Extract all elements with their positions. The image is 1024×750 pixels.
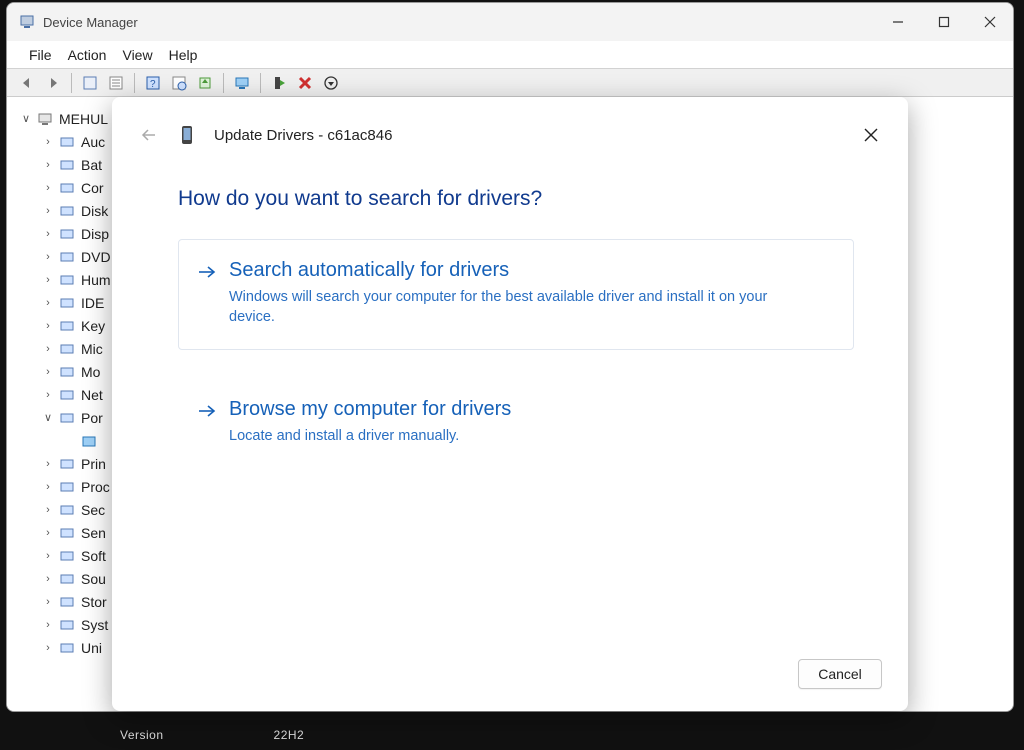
option-desc: Windows will search your computer for th… <box>229 288 769 327</box>
device-category-icon <box>58 271 76 289</box>
device-category-icon <box>58 547 76 565</box>
device-icon <box>178 124 196 146</box>
device-category-icon <box>58 363 76 381</box>
device-category-icon <box>58 248 76 266</box>
close-button[interactable] <box>967 3 1013 41</box>
toolbar-down-icon[interactable] <box>319 72 343 94</box>
toolbar-detail-icon[interactable] <box>78 72 102 94</box>
menubar: File Action View Help <box>7 41 1013 69</box>
toolbar-monitor-icon[interactable] <box>230 72 254 94</box>
titlebar: Device Manager <box>7 3 1013 41</box>
option-search-automatically[interactable]: Search automatically for drivers Windows… <box>178 239 854 350</box>
status-version-label: Version <box>120 728 164 742</box>
device-category-icon <box>58 386 76 404</box>
toolbar-forward-icon[interactable] <box>41 72 65 94</box>
minimize-button[interactable] <box>875 3 921 41</box>
device-category-icon <box>58 570 76 588</box>
device-icon <box>80 432 98 450</box>
menu-action[interactable]: Action <box>62 45 113 65</box>
menu-view[interactable]: View <box>116 45 158 65</box>
dialog-close-button[interactable] <box>860 124 882 146</box>
svg-text:?: ? <box>150 79 156 90</box>
window-controls <box>875 3 1013 41</box>
dialog-header: Update Drivers - c61ac846 <box>138 115 882 155</box>
toolbar-uninstall-icon[interactable] <box>293 72 317 94</box>
dialog-question: How do you want to search for drivers? <box>178 187 854 211</box>
device-category-icon <box>58 340 76 358</box>
device-category-icon <box>58 455 76 473</box>
cancel-button[interactable]: Cancel <box>798 659 882 689</box>
toolbar-scan-icon[interactable] <box>167 72 191 94</box>
device-category-icon <box>58 639 76 657</box>
toolbar-enable-icon[interactable] <box>267 72 291 94</box>
device-category-icon <box>58 478 76 496</box>
device-category-icon <box>58 133 76 151</box>
toolbar-update-icon[interactable] <box>193 72 217 94</box>
window-title: Device Manager <box>43 15 138 30</box>
dialog-footer: Cancel <box>138 659 882 689</box>
toolbar-properties-icon[interactable] <box>104 72 128 94</box>
device-category-icon <box>58 317 76 335</box>
back-arrow-icon[interactable] <box>138 124 160 146</box>
menu-file[interactable]: File <box>23 45 58 65</box>
device-category-icon <box>58 202 76 220</box>
toolbar: ? <box>7 69 1013 97</box>
device-category-icon <box>58 225 76 243</box>
maximize-button[interactable] <box>921 3 967 41</box>
dialog-title: Update Drivers - c61ac846 <box>214 127 392 144</box>
update-drivers-dialog: Update Drivers - c61ac846 How do you wan… <box>112 97 908 711</box>
device-category-icon <box>58 524 76 542</box>
option-title: Browse my computer for drivers <box>229 397 831 421</box>
menu-help[interactable]: Help <box>163 45 204 65</box>
toolbar-back-icon[interactable] <box>15 72 39 94</box>
device-category-icon <box>58 156 76 174</box>
arrow-right-icon <box>197 262 217 331</box>
computer-icon <box>36 110 54 128</box>
device-manager-icon <box>19 14 35 30</box>
option-desc: Locate and install a driver manually. <box>229 427 769 447</box>
dialog-body: How do you want to search for drivers? S… <box>138 155 882 470</box>
toolbar-help-icon[interactable]: ? <box>141 72 165 94</box>
option-browse-computer[interactable]: Browse my computer for drivers Locate an… <box>178 378 854 470</box>
device-category-icon <box>58 294 76 312</box>
device-category-icon <box>58 593 76 611</box>
option-title: Search automatically for drivers <box>229 258 831 282</box>
arrow-right-icon <box>197 401 217 451</box>
device-category-icon <box>58 501 76 519</box>
device-category-icon <box>58 409 76 427</box>
background-statusbar: Version 22H2 <box>0 720 1024 750</box>
status-version-value: 22H2 <box>274 728 305 742</box>
device-category-icon <box>58 616 76 634</box>
device-category-icon <box>58 179 76 197</box>
